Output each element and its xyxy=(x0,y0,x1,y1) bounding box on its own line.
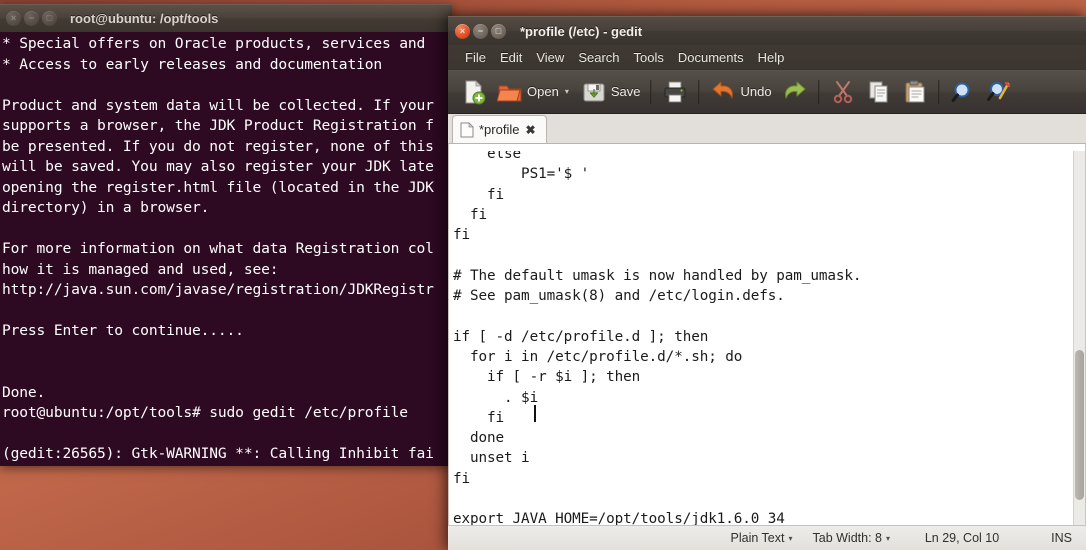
undo-button[interactable]: Undo xyxy=(705,75,776,109)
copy-button[interactable] xyxy=(861,75,897,109)
status-tab-width-label: Tab Width: 8 xyxy=(812,531,882,545)
gedit-toolbar: Open ▾ Save Undo xyxy=(448,70,1086,114)
menu-tools[interactable]: Tools xyxy=(627,48,671,67)
minimize-icon: − xyxy=(28,13,35,23)
gedit-editor-area[interactable]: else PS1='$ ' fi fi fi # The default uma… xyxy=(448,144,1086,525)
menu-file[interactable]: File xyxy=(458,48,493,67)
terminal-window[interactable]: × − □ root@ubuntu: /opt/tools * Special … xyxy=(0,4,452,466)
terminal-titlebar[interactable]: × − □ root@ubuntu: /opt/tools xyxy=(0,4,452,32)
terminal-content-area[interactable]: * Special offers on Oracle products, ser… xyxy=(0,32,452,466)
tab-close-icon[interactable]: ✖ xyxy=(524,124,536,136)
menu-documents[interactable]: Documents xyxy=(671,48,751,67)
document-icon xyxy=(460,121,474,138)
desktop-background: × − □ root@ubuntu: /opt/tools * Special … xyxy=(0,0,1086,550)
menu-help[interactable]: Help xyxy=(751,48,792,67)
gedit-maximize-button[interactable]: □ xyxy=(491,23,506,39)
search-icon xyxy=(950,79,976,105)
print-button[interactable] xyxy=(657,75,693,109)
status-language-selector[interactable]: Plain Text ▾ xyxy=(721,531,803,545)
copy-documents-icon xyxy=(866,79,892,105)
menu-edit[interactable]: Edit xyxy=(493,48,529,67)
tab-profile[interactable]: *profile ✖ xyxy=(452,115,547,143)
chevron-down-icon: ▾ xyxy=(885,533,890,543)
gedit-minimize-button[interactable]: − xyxy=(473,23,488,39)
redo-arrow-icon xyxy=(782,79,808,105)
toolbar-separator-1 xyxy=(650,79,653,104)
open-button-label: Open xyxy=(527,84,559,99)
find-button[interactable] xyxy=(945,75,981,109)
clipboard-paste-icon xyxy=(902,79,928,105)
status-tab-width-selector[interactable]: Tab Width: 8 ▾ xyxy=(803,531,901,545)
menu-view[interactable]: View xyxy=(529,48,571,67)
redo-button[interactable] xyxy=(777,75,813,109)
editor-top-clip xyxy=(449,144,1085,151)
printer-icon xyxy=(662,79,688,105)
open-folder-icon xyxy=(497,79,523,105)
save-button[interactable]: Save xyxy=(576,75,646,109)
terminal-minimize-button[interactable]: − xyxy=(24,11,39,26)
chevron-down-icon: ▾ xyxy=(788,533,793,543)
status-insert-mode: INS xyxy=(1051,531,1072,545)
gedit-title-text: *profile (/etc) - gedit xyxy=(520,23,643,39)
open-button[interactable]: Open ▾ xyxy=(492,75,576,109)
undo-button-label: Undo xyxy=(740,84,772,99)
save-button-label: Save xyxy=(610,84,641,99)
toolbar-separator-4 xyxy=(937,79,940,104)
menu-search[interactable]: Search xyxy=(571,48,626,67)
gedit-titlebar[interactable]: × − □ *profile (/etc) - gedit xyxy=(448,16,1086,45)
scissors-icon xyxy=(830,79,856,105)
terminal-title-text: root@ubuntu: /opt/tools xyxy=(70,11,219,26)
gedit-menubar: File Edit View Search Tools Documents He… xyxy=(448,45,1086,70)
maximize-icon: □ xyxy=(495,25,502,36)
minimize-icon: − xyxy=(477,25,484,36)
toolbar-separator-3 xyxy=(817,79,820,104)
tab-title-label: *profile xyxy=(479,122,520,137)
terminal-close-button[interactable]: × xyxy=(6,11,21,26)
cut-button[interactable] xyxy=(825,75,861,109)
gedit-statusbar: Plain Text ▾ Tab Width: 8 ▾ Ln 29, Col 1… xyxy=(448,525,1086,550)
close-icon: × xyxy=(10,13,17,23)
editor-text-caret xyxy=(534,405,536,422)
editor-scrollbar-thumb[interactable] xyxy=(1075,350,1084,500)
find-replace-icon xyxy=(986,79,1012,105)
gedit-close-button[interactable]: × xyxy=(455,23,470,39)
gedit-tabbar: *profile ✖ xyxy=(448,114,1086,144)
chevron-down-icon[interactable]: ▾ xyxy=(565,87,569,96)
close-icon: × xyxy=(459,25,466,36)
editor-source-text: else PS1='$ ' fi fi fi # The default uma… xyxy=(453,146,862,525)
terminal-output-text: * Special offers on Oracle products, ser… xyxy=(2,35,434,466)
undo-arrow-icon xyxy=(710,79,736,105)
editor-vertical-scrollbar[interactable] xyxy=(1073,144,1085,525)
terminal-maximize-button[interactable]: □ xyxy=(42,11,57,26)
status-language-label: Plain Text xyxy=(730,531,785,545)
save-disk-icon xyxy=(581,79,607,105)
status-cursor-position: Ln 29, Col 10 xyxy=(924,531,1000,545)
new-document-icon xyxy=(461,79,487,105)
replace-button[interactable] xyxy=(981,75,1017,109)
gedit-window[interactable]: × − □ *profile (/etc) - gedit File Edit … xyxy=(448,16,1086,550)
toolbar-separator-2 xyxy=(698,79,701,104)
new-document-button[interactable] xyxy=(456,75,492,109)
maximize-icon: □ xyxy=(46,13,53,23)
paste-button[interactable] xyxy=(897,75,933,109)
